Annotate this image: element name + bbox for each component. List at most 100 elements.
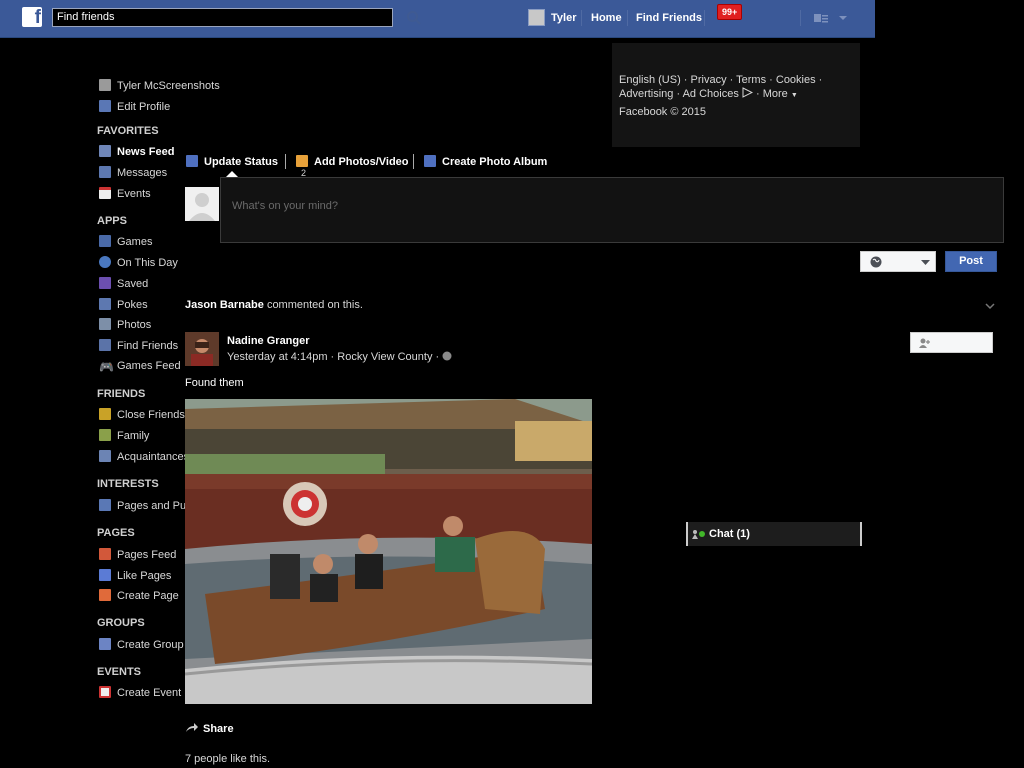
story-photo[interactable] <box>185 399 592 704</box>
pencil-icon <box>186 155 198 167</box>
chevron-down-icon[interactable] <box>838 14 848 22</box>
tab-create-photo-album[interactable]: Create Photo Album <box>424 155 547 168</box>
bookmark-icon <box>99 277 111 289</box>
post-button[interactable]: Post <box>945 251 997 272</box>
composer-avatar <box>185 187 219 221</box>
search-input[interactable]: Find friends <box>52 8 393 27</box>
tab-update-status[interactable]: Update Status <box>186 155 278 168</box>
privacy-shortcuts-icon[interactable] <box>813 12 829 24</box>
sidebar-item-saved[interactable]: Saved <box>99 277 148 293</box>
story-text: Found them <box>185 377 244 389</box>
family-icon <box>99 429 111 441</box>
tab-divider <box>413 154 414 169</box>
footer-links-line2[interactable]: Advertising · Ad Choices · More ▼ <box>619 87 798 103</box>
sidebar-item-create-group[interactable]: Create Group <box>99 638 184 654</box>
gamepad-icon: 🎮 <box>99 360 114 374</box>
tab-add-photos-video[interactable]: Add Photos/Video <box>296 155 409 168</box>
sidebar-item-games-feed[interactable]: 🎮 Games Feed <box>99 360 181 376</box>
sidebar-item-messages[interactable]: Messages <box>99 166 167 182</box>
sidebar-item-on-this-day[interactable]: On This Day <box>99 256 178 272</box>
public-globe-icon <box>442 351 452 361</box>
globe-icon <box>870 256 882 268</box>
search-icon[interactable] <box>405 9 423 27</box>
sidebar-item-pages-feed[interactable]: Pages Feed <box>99 548 176 564</box>
share-arrow-icon <box>186 723 198 732</box>
story-options-chevron-icon[interactable] <box>985 303 995 310</box>
create-event-icon <box>99 686 111 698</box>
footer-more-link[interactable]: · More <box>756 88 788 100</box>
groups-heading: GROUPS <box>97 617 145 629</box>
sidebar-item-find-friends[interactable]: Find Friends <box>99 339 178 355</box>
news-feed-icon <box>99 145 111 157</box>
find-friends-icon <box>99 339 111 351</box>
nav-divider <box>627 10 628 26</box>
sidebar-item-close-friends[interactable]: Close Friends <box>99 408 185 424</box>
chat-online-icon <box>692 530 705 539</box>
thumbs-up-icon <box>99 569 111 581</box>
create-page-icon <box>99 589 111 601</box>
find-friends-link[interactable]: Find Friends <box>636 12 702 24</box>
games-icon <box>99 235 111 247</box>
sidebar-item-events[interactable]: Events <box>99 187 151 203</box>
sidebar-item-pokes[interactable]: Pokes <box>99 298 148 314</box>
album-icon <box>424 155 436 167</box>
acquaintances-icon <box>99 450 111 462</box>
calendar-icon <box>99 187 111 199</box>
chat-label: Chat (1) <box>709 528 750 540</box>
events-heading: EVENTS <box>97 666 142 678</box>
author-avatar[interactable] <box>185 332 219 366</box>
tab-divider <box>285 154 286 169</box>
create-group-icon <box>99 638 111 650</box>
share-link[interactable]: Share <box>185 722 234 735</box>
clock-icon <box>99 256 111 268</box>
sidebar-item-acquaintances[interactable]: Acquaintances <box>99 450 189 466</box>
footer-ad-choices-link[interactable]: Advertising · Ad Choices <box>619 88 739 100</box>
author-name-link[interactable]: Nadine Granger <box>227 335 310 347</box>
sidebar-item-games[interactable]: Games <box>99 235 152 251</box>
apps-heading: APPS <box>97 215 127 227</box>
log-ride-photo <box>185 399 592 704</box>
sidebar-item-create-event[interactable]: Create Event <box>99 686 181 702</box>
active-tab-pointer <box>226 171 238 177</box>
flag-icon <box>99 548 111 560</box>
favorites-heading: FAVORITES <box>97 125 159 137</box>
chevron-down-icon <box>921 260 930 265</box>
camera-icon <box>296 155 308 167</box>
sidebar-item-pages-and-public-figures[interactable]: Pages and Pu <box>99 499 186 515</box>
status-placeholder: What's on your mind? <box>232 200 339 212</box>
pencil-icon <box>99 100 111 112</box>
friends-heading: FRIENDS <box>97 388 146 400</box>
sidebar-profile[interactable]: Tyler McScreenshots <box>99 79 220 95</box>
footer-links-line1[interactable]: English (US) · Privacy · Terms · Cookies… <box>619 73 822 87</box>
chat-sidebar-toggle[interactable]: Chat (1) <box>686 522 862 546</box>
ad-choices-icon <box>742 87 754 98</box>
home-link[interactable]: Home <box>591 12 622 24</box>
interests-heading: INTERESTS <box>97 478 159 490</box>
default-user-icon <box>189 193 215 221</box>
nav-divider <box>704 10 705 26</box>
sidebar-item-news-feed[interactable]: News Feed <box>99 145 174 161</box>
interests-icon <box>99 499 111 511</box>
star-friends-icon <box>99 408 111 420</box>
avatar <box>99 79 111 91</box>
sidebar-item-family[interactable]: Family <box>99 429 149 445</box>
notification-badge[interactable]: 99+ <box>717 4 743 20</box>
photos-icon <box>99 318 111 330</box>
story-context: Jason Barnabe commented on this. <box>185 299 363 311</box>
sidebar-edit-profile[interactable]: Edit Profile <box>99 100 170 116</box>
add-friend-button[interactable] <box>910 332 993 353</box>
profile-link[interactable]: Tyler <box>551 12 576 24</box>
caret-down-icon: ▼ <box>790 92 798 99</box>
sidebar-item-create-page[interactable]: Create Page <box>99 589 179 605</box>
likes-summary[interactable]: 7 people like this. <box>185 753 270 765</box>
context-user-link[interactable]: Jason Barnabe <box>185 299 264 311</box>
add-friend-icon <box>919 338 930 348</box>
profile-avatar[interactable] <box>528 9 545 26</box>
sidebar-item-photos[interactable]: Photos <box>99 318 151 334</box>
sidebar-item-like-pages[interactable]: Like Pages <box>99 569 171 585</box>
poke-icon <box>99 298 111 310</box>
nav-divider <box>581 10 582 26</box>
facebook-logo-icon[interactable]: f <box>22 7 42 27</box>
audience-selector[interactable] <box>860 251 936 272</box>
footer-links-panel: English (US) · Privacy · Terms · Cookies… <box>612 43 860 147</box>
